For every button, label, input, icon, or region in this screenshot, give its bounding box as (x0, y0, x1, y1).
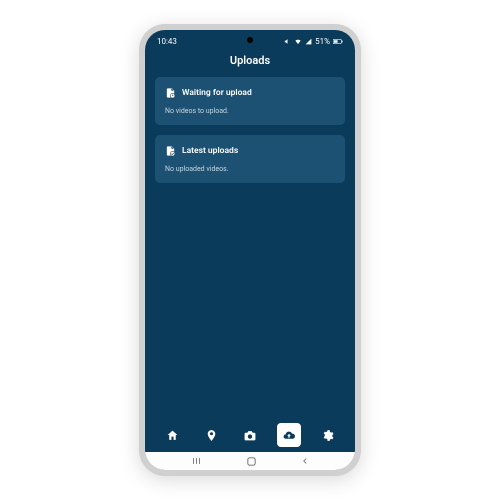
back-icon (300, 456, 310, 466)
camera-hole (247, 37, 253, 43)
camera-icon (243, 429, 257, 442)
signal-icon (305, 38, 312, 45)
status-time: 10:43 (157, 37, 177, 46)
status-icons: 51% (284, 37, 343, 46)
nav-location[interactable] (199, 423, 223, 447)
recents-icon (190, 456, 203, 466)
nav-settings[interactable] (316, 423, 340, 447)
waiting-upload-card[interactable]: Waiting for upload No videos to upload. (155, 77, 345, 125)
page-title: Uploads (145, 50, 355, 77)
home-circle-icon (246, 456, 257, 467)
nav-upload[interactable] (277, 423, 301, 447)
waiting-title: Waiting for upload (182, 88, 252, 98)
sys-home[interactable] (246, 456, 257, 467)
sound-icon (284, 38, 291, 45)
file-check-icon (165, 145, 176, 157)
battery-text: 51% (315, 37, 330, 46)
system-nav (145, 452, 355, 470)
battery-icon (333, 38, 343, 45)
screen: 10:43 51% Uploads Waiting (145, 30, 355, 470)
file-clock-icon (165, 87, 176, 99)
phone-frame: 10:43 51% Uploads Waiting (139, 24, 361, 476)
bottom-nav (145, 418, 355, 452)
wifi-icon (294, 38, 302, 45)
latest-title: Latest uploads (182, 146, 238, 156)
sys-back[interactable] (300, 456, 310, 466)
nav-camera[interactable] (238, 423, 262, 447)
latest-subtitle: No uploaded videos. (165, 165, 335, 173)
location-pin-icon (205, 429, 218, 442)
waiting-subtitle: No videos to upload. (165, 107, 335, 115)
latest-uploads-card[interactable]: Latest uploads No uploaded videos. (155, 135, 345, 183)
sys-recents[interactable] (190, 456, 203, 466)
gear-icon (321, 429, 334, 442)
home-icon (166, 429, 179, 442)
waiting-card-header: Waiting for upload (165, 87, 335, 99)
latest-card-header: Latest uploads (165, 145, 335, 157)
cloud-upload-icon (282, 429, 296, 442)
content: Waiting for upload No videos to upload. … (145, 77, 355, 418)
nav-home[interactable] (160, 423, 184, 447)
